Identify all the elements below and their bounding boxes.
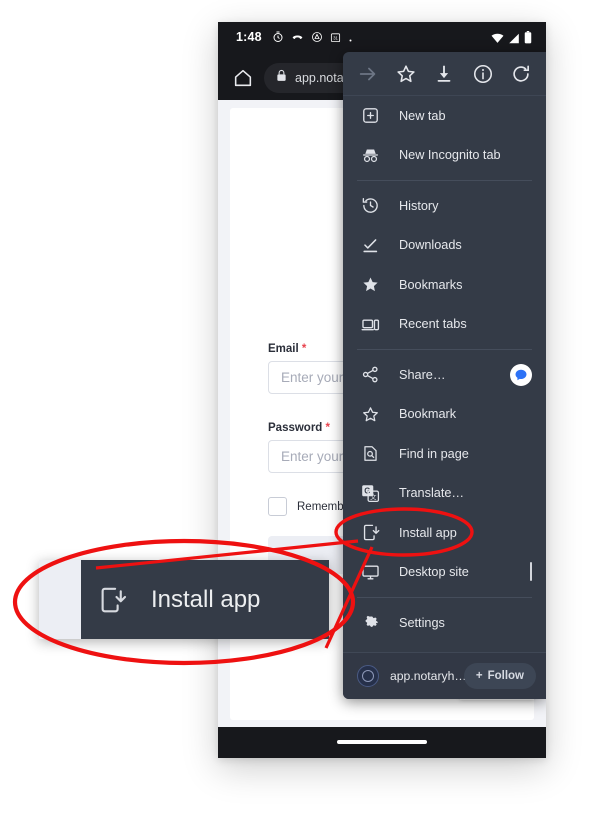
password-label-text: Password [268, 422, 323, 434]
menu-item-label: Recent tabs [399, 317, 467, 332]
menu-item-install-app[interactable]: Install app [343, 513, 546, 553]
menu-item-label: Find in page [399, 446, 469, 461]
omnibox-url-text: app.nota [295, 71, 344, 85]
menu-divider [357, 349, 532, 350]
lock-icon [276, 69, 287, 87]
install-app-icon [360, 523, 380, 543]
menu-item-label: Settings [399, 615, 445, 630]
email-label-text: Email [268, 343, 299, 355]
menu-divider [357, 597, 532, 598]
wifi-icon [491, 31, 504, 49]
callout-label: Install app [151, 585, 261, 613]
share-target-messages-badge[interactable] [510, 363, 532, 386]
menu-item-bookmarks[interactable]: Bookmarks [343, 265, 546, 305]
follow-button[interactable]: + Follow [463, 663, 536, 689]
incognito-icon [360, 145, 380, 165]
dot-icon [348, 30, 353, 48]
menu-item-label: New tab [399, 108, 446, 123]
site-favicon-icon [357, 665, 379, 687]
status-bar-clock: 1:48 [236, 30, 262, 44]
menu-item-label: Desktop site [399, 565, 469, 580]
page-info-icon[interactable] [472, 63, 494, 85]
star-outline-icon [360, 404, 380, 424]
settings-gear-icon [360, 613, 380, 633]
menu-item-translate[interactable]: G 文 Translate… [343, 474, 546, 514]
install-app-icon [97, 585, 127, 615]
menu-item-label: Translate… [399, 486, 465, 501]
star-filled-icon [360, 275, 380, 295]
menu-item-label: Share… [399, 367, 446, 382]
status-bar-system-icons [491, 31, 532, 49]
menu-item-label: New Incognito tab [399, 148, 501, 163]
battery-icon [524, 31, 532, 49]
home-indicator[interactable] [337, 740, 427, 744]
menu-scroll-fade [343, 638, 546, 652]
svg-text:31: 31 [333, 36, 338, 41]
plus-icon: + [475, 670, 483, 682]
menu-item-new-incognito-tab[interactable]: New Incognito tab [343, 136, 546, 176]
find-in-page-icon [360, 444, 380, 464]
menu-item-settings[interactable]: Settings [343, 603, 546, 643]
new-tab-icon [360, 106, 380, 126]
menu-item-desktop-site[interactable]: Desktop site [343, 553, 546, 593]
svg-text:文: 文 [370, 492, 377, 501]
checkbox-box [530, 562, 532, 582]
history-icon [360, 196, 380, 216]
password-label: Password * [268, 422, 330, 434]
menu-item-new-tab[interactable]: New tab [343, 96, 546, 136]
phone-screenshot: 1:48 31 app.nota Email * Enter your e Pa… [218, 22, 546, 758]
menu-footer-site-name: app.notaryh… [390, 669, 467, 683]
menu-item-downloads[interactable]: Downloads [343, 226, 546, 266]
follow-button-label: Follow [487, 670, 524, 682]
timer-icon [272, 30, 284, 48]
status-bar-notification-icons: 31 [272, 30, 353, 48]
desktop-site-icon [360, 562, 380, 582]
install-app-callout: Install app [39, 560, 329, 639]
downloads-check-icon [360, 235, 380, 255]
drive-icon [311, 30, 323, 48]
remember-me-checkbox[interactable] [268, 497, 287, 516]
desktop-site-checkbox[interactable] [530, 562, 532, 582]
menu-item-find-in-page[interactable]: Find in page [343, 434, 546, 474]
status-bar: 1:48 31 [218, 22, 546, 56]
menu-quick-actions-row [343, 52, 546, 96]
callout-page-edge [39, 560, 81, 639]
email-required-marker: * [301, 343, 307, 355]
menu-item-recent-tabs[interactable]: Recent tabs [343, 305, 546, 345]
messages-icon [510, 363, 532, 386]
password-required-marker: * [325, 422, 331, 434]
menu-item-bookmark[interactable]: Bookmark [343, 395, 546, 435]
menu-item-list: New tab New Incognito tab History Downlo… [343, 96, 546, 682]
menu-site-footer: app.notaryh… + Follow [343, 652, 546, 699]
menu-item-history[interactable]: History [343, 186, 546, 226]
forward-icon[interactable] [357, 63, 379, 85]
recent-tabs-icon [360, 314, 380, 334]
menu-item-label: Bookmark [399, 407, 457, 422]
signal-icon [508, 31, 520, 49]
menu-item-label: Bookmarks [399, 277, 463, 292]
home-icon[interactable] [232, 67, 254, 89]
bookmark-star-icon[interactable] [395, 63, 417, 85]
menu-divider [357, 180, 532, 181]
menu-item-share[interactable]: Share… [343, 355, 546, 395]
download-icon[interactable] [433, 63, 455, 85]
menu-item-label: Install app [399, 525, 457, 540]
android-navigation-bar [218, 727, 546, 758]
phone-missed-icon [291, 30, 304, 48]
share-icon [360, 365, 380, 385]
menu-item-label: Downloads [399, 238, 462, 253]
reload-icon[interactable] [510, 63, 532, 85]
email-label: Email * [268, 343, 306, 355]
translate-icon: G 文 [360, 483, 380, 503]
calendar-icon: 31 [330, 30, 341, 48]
menu-item-label: History [399, 198, 439, 213]
chrome-overflow-menu: New tab New Incognito tab History Downlo… [343, 52, 546, 699]
